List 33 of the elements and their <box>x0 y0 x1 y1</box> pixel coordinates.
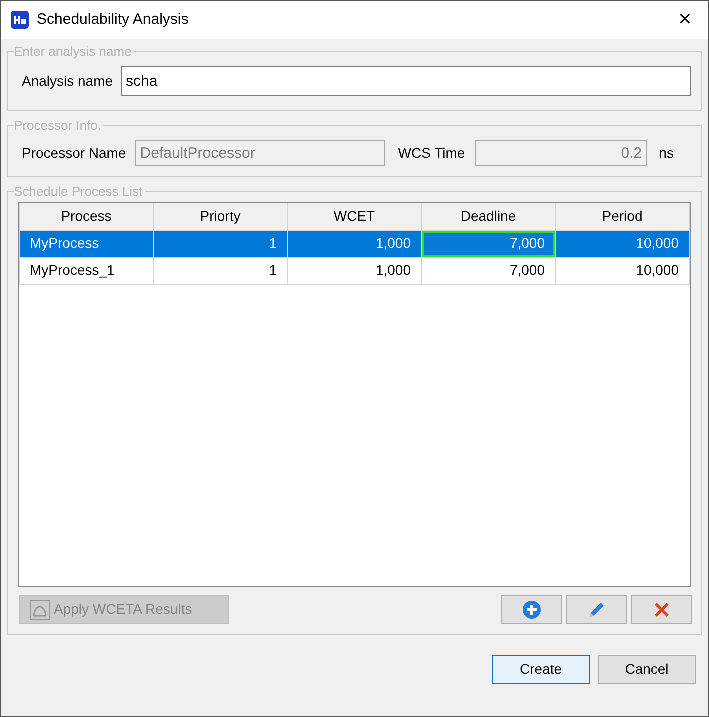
column-header[interactable]: Priorty <box>154 203 288 230</box>
table-cell[interactable]: MyProcess_1 <box>20 257 154 284</box>
group-title: Schedule Process List <box>14 185 144 198</box>
table-cell[interactable]: 1 <box>154 257 288 284</box>
add-button[interactable] <box>501 595 562 624</box>
add-icon <box>522 600 542 620</box>
dialog-button[interactable]: Cancel <box>598 655 696 684</box>
table-cell[interactable]: MyProcess <box>20 230 154 257</box>
column-header[interactable]: WCET <box>288 203 422 230</box>
dialog-button[interactable]: Create <box>492 655 590 684</box>
name-field[interactable]: scha <box>121 66 691 96</box>
field-label: Analysis name <box>22 72 114 91</box>
table-cell[interactable]: 7,000 <box>422 230 556 257</box>
app-logo-icon <box>11 11 29 29</box>
bell-curve-icon <box>30 600 50 620</box>
window-title: Schedulability Analysis <box>37 10 190 30</box>
delete-button[interactable] <box>631 595 692 624</box>
column-header[interactable]: Deadline <box>422 203 556 230</box>
table-cell[interactable]: 1,000 <box>288 230 422 257</box>
group-title: Enter analysis name <box>14 45 133 58</box>
column-header[interactable]: Period <box>556 203 690 230</box>
table-cell[interactable]: 10,000 <box>556 230 690 257</box>
field-label: WCS Time <box>398 144 466 162</box>
table-cell[interactable]: 1 <box>154 230 288 257</box>
edit-button[interactable] <box>566 595 627 624</box>
group-title: Processor Info. <box>14 119 102 132</box>
close-button[interactable]: ✕ <box>662 1 708 39</box>
column-header[interactable]: Process <box>20 203 154 230</box>
field-label: Processor Name <box>22 144 126 162</box>
table-cell[interactable]: 7,000 <box>422 257 556 284</box>
unit-label: ns <box>659 144 674 162</box>
table-cell[interactable]: 10,000 <box>556 257 690 284</box>
table-cell[interactable]: 1,000 <box>288 257 422 284</box>
